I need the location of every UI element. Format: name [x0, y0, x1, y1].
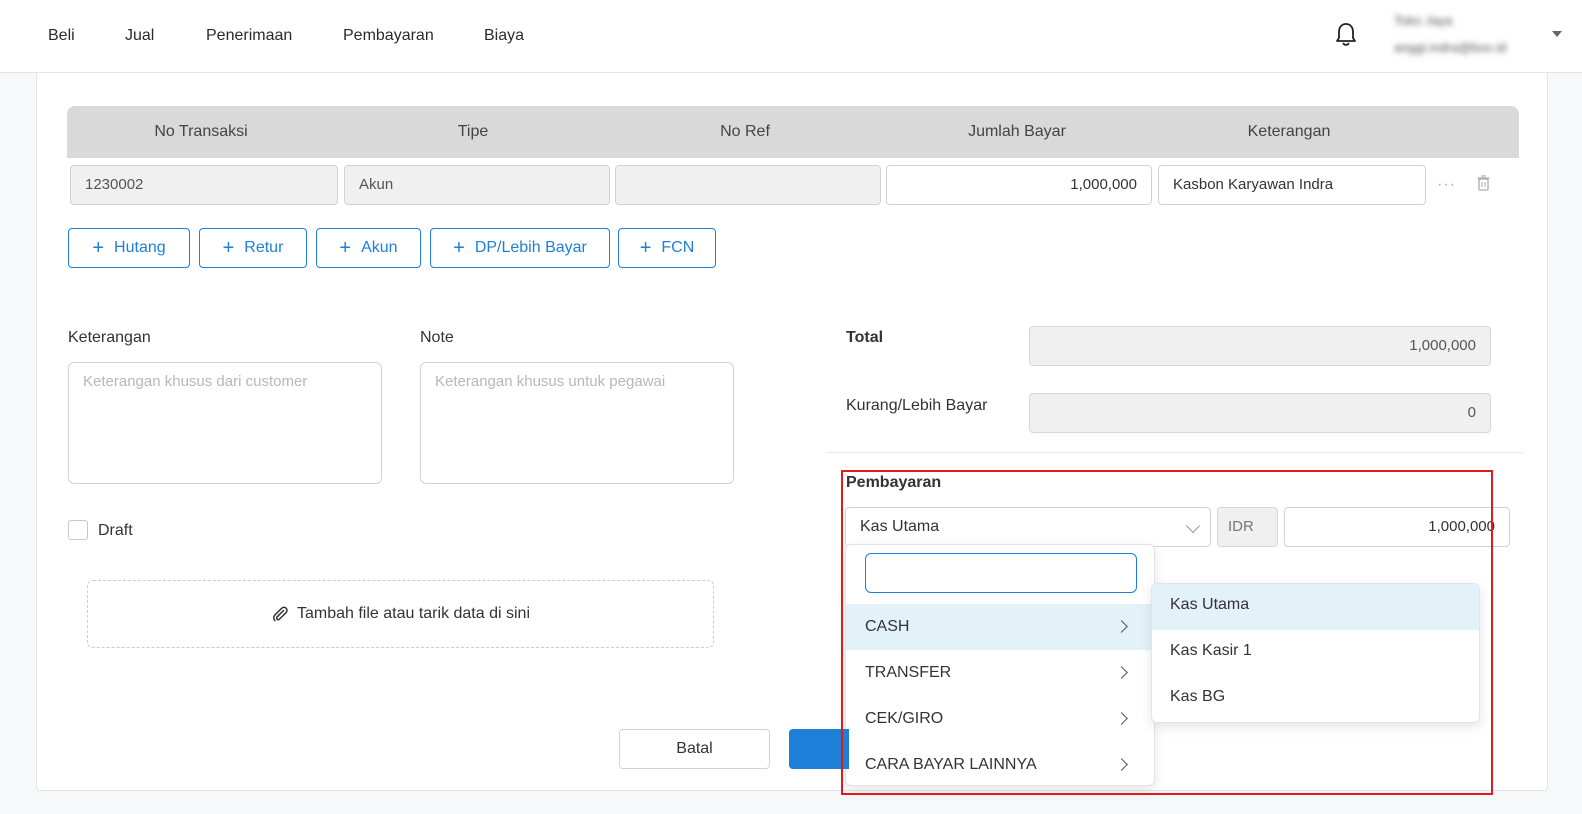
more-options-icon[interactable]: ···: [1437, 176, 1456, 194]
add-dp-lebih-bayar-button[interactable]: + DP/Lebih Bayar: [430, 228, 610, 268]
chevron-down-icon: [1185, 518, 1201, 534]
account-kas-kasir-1[interactable]: Kas Kasir 1: [1152, 630, 1479, 676]
chevron-right-icon: [1115, 758, 1128, 771]
plus-icon: +: [453, 237, 465, 259]
category-cara-bayar-lainnya[interactable]: CARA BAYAR LAINNYA: [846, 742, 1154, 788]
table-header: No Transaksi Tipe No Ref Jumlah Bayar Ke…: [67, 106, 1519, 158]
plus-icon: +: [92, 237, 105, 259]
add-hutang-button[interactable]: + Hutang: [68, 228, 190, 268]
category-cash[interactable]: CASH: [846, 604, 1154, 650]
category-label: CASH: [865, 618, 910, 635]
col-keterangan: Keterangan: [1247, 123, 1331, 140]
chevron-right-icon: [1115, 620, 1128, 633]
cancel-button[interactable]: Batal: [619, 729, 770, 769]
keterangan-textarea[interactable]: [68, 362, 382, 484]
total-label: Total: [846, 329, 884, 346]
category-label: TRANSFER: [865, 664, 952, 681]
keterangan-label: Keterangan: [68, 329, 151, 346]
category-label: CARA BAYAR LAINNYA: [865, 756, 1037, 773]
divider: [826, 452, 1523, 453]
chevron-right-icon: [1115, 712, 1128, 725]
add-retur-label: Retur: [244, 239, 284, 256]
caret-down-icon[interactable]: [1552, 31, 1562, 37]
plus-icon: +: [222, 237, 235, 259]
file-dropzone[interactable]: Tambah file atau tarik data di sini: [87, 580, 714, 648]
note-textarea[interactable]: [420, 362, 734, 484]
kurang-lebih-bayar-label: Kurang/Lebih Bayar: [846, 397, 988, 414]
add-fcn-label: FCN: [661, 239, 695, 256]
user-email[interactable]: anggi.indra@box.id: [1394, 40, 1506, 55]
pembayaran-label: Pembayaran: [846, 474, 942, 491]
nav-biaya[interactable]: Biaya: [484, 27, 524, 45]
chevron-right-icon: [1115, 666, 1128, 679]
category-cek-giro[interactable]: CEK/GIRO: [846, 696, 1154, 742]
nav-beli[interactable]: Beli: [48, 27, 75, 45]
currency-field: IDR: [1217, 507, 1278, 547]
no-ref-field: [615, 165, 881, 205]
draft-checkbox[interactable]: [68, 520, 88, 540]
col-no-ref: No Ref: [720, 123, 770, 140]
add-fcn-button[interactable]: + FCN: [618, 228, 716, 268]
top-navbar: Beli Jual Penerimaan Pembayaran Biaya To…: [0, 0, 1582, 73]
category-transfer[interactable]: TRANSFER: [846, 650, 1154, 696]
dropzone-text: Tambah file atau tarik data di sini: [296, 605, 530, 622]
col-tipe: Tipe: [457, 123, 489, 140]
col-jumlah-bayar: Jumlah Bayar: [968, 123, 1066, 140]
add-akun-button[interactable]: + Akun: [316, 228, 421, 268]
kurang-lebih-bayar-value: 0: [1029, 393, 1491, 433]
category-label: CEK/GIRO: [865, 710, 944, 727]
account-kas-utama[interactable]: Kas Utama: [1152, 584, 1479, 630]
no-transaksi-field: 1230002: [70, 165, 338, 205]
add-akun-label: Akun: [361, 239, 398, 256]
payment-method-value: Kas Utama: [860, 518, 940, 535]
plus-icon: +: [639, 237, 652, 259]
note-label: Note: [420, 329, 454, 346]
nav-jual[interactable]: Jual: [125, 27, 154, 45]
add-dp-label: DP/Lebih Bayar: [474, 239, 587, 256]
keterangan-row-input[interactable]: Kasbon Karyawan Indra: [1158, 165, 1426, 205]
bell-icon[interactable]: [1334, 22, 1358, 48]
draft-label: Draft: [98, 522, 133, 539]
nav-pembayaran[interactable]: Pembayaran: [343, 27, 434, 45]
cash-accounts-submenu: Kas Utama Kas Kasir 1 Kas BG: [1151, 583, 1480, 723]
paperclip-icon: [272, 606, 288, 622]
payment-amount-input[interactable]: 1,000,000: [1284, 507, 1510, 547]
trash-icon[interactable]: [1477, 175, 1490, 191]
payment-dropdown: CASH TRANSFER CEK/GIRO CARA BAYAR LAINNY…: [845, 544, 1155, 786]
total-value: 1,000,000: [1029, 326, 1491, 366]
col-no-transaksi: No Transaksi: [154, 123, 248, 140]
jumlah-bayar-input[interactable]: 1,000,000: [886, 165, 1152, 205]
add-hutang-label: Hutang: [114, 239, 166, 256]
account-kas-bg[interactable]: Kas BG: [1152, 676, 1479, 722]
tipe-field: Akun: [344, 165, 610, 205]
payment-method-select[interactable]: Kas Utama: [845, 507, 1211, 547]
add-retur-button[interactable]: + Retur: [199, 228, 307, 268]
user-name[interactable]: Toko Jaya: [1394, 13, 1453, 28]
save-button[interactable]: [789, 729, 849, 769]
nav-penerimaan[interactable]: Penerimaan: [206, 27, 292, 45]
plus-icon: +: [339, 237, 352, 259]
dropdown-search-input[interactable]: [865, 553, 1137, 593]
